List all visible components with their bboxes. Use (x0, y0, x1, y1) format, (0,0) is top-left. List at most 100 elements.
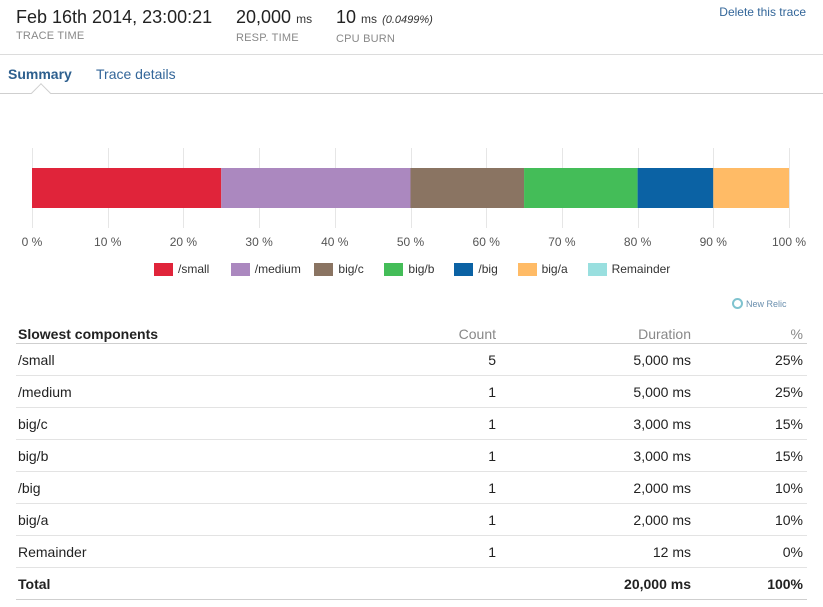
row-name: big/a (18, 512, 49, 528)
table-row: /small 5 5,000 ms 25% (16, 344, 807, 376)
bar-segment-big-a[interactable] (713, 168, 789, 208)
bar-segment-big[interactable] (637, 168, 714, 208)
slowest-components-table: Slowest components Count Duration % /sma… (16, 320, 807, 600)
header-count: Count (458, 326, 496, 342)
x-tick-label: 50 % (397, 235, 425, 249)
trace-time-label: TRACE TIME (16, 30, 85, 42)
legend-item[interactable]: /medium (230, 261, 301, 277)
row-count: 1 (488, 384, 496, 400)
tab-summary[interactable]: Summary (8, 66, 72, 82)
row-percent: 25% (774, 352, 803, 368)
resp-time-label: RESP. TIME (236, 32, 299, 44)
row-name: /medium (18, 384, 72, 400)
legend-label: big/b (408, 262, 435, 276)
bar-segment-big-c[interactable] (410, 168, 525, 208)
row-duration: 3,000 ms (633, 416, 691, 432)
legend-item[interactable]: big/a (517, 261, 568, 277)
legend-item[interactable]: Remainder (587, 261, 671, 277)
row-name: big/c (18, 416, 48, 432)
x-tick-label: 80 % (624, 235, 652, 249)
legend-label: Remainder (611, 262, 671, 276)
row-count: 1 (488, 512, 496, 528)
legend-label: /medium (254, 262, 301, 276)
bar-segment-small[interactable] (32, 168, 222, 208)
row-duration: 3,000 ms (633, 448, 691, 464)
legend-swatch (384, 262, 404, 276)
bar-segment-medium[interactable] (221, 168, 411, 208)
legend-swatch (154, 262, 173, 276)
table-row: Remainder 1 12 ms 0% (16, 536, 807, 568)
total-name: Total (18, 576, 51, 592)
x-tick-label: 70 % (548, 235, 576, 249)
x-tick-label: 20 % (170, 235, 198, 249)
chart-legend: /small/medium big/c big/b/big big/a Remainde… (0, 261, 823, 277)
trace-header: Feb 16th 2014, 23:00:21 TRACE TIME 20,00… (0, 0, 823, 55)
tab-bar: Summary Trace details (0, 55, 823, 94)
x-tick-label: 0 % (22, 235, 43, 249)
row-count: 1 (488, 544, 496, 560)
table-row: big/a 1 2,000 ms 10% (16, 504, 807, 536)
resp-time-value: 20,000 (236, 7, 292, 27)
legend-label: /small (178, 262, 210, 276)
legend-label: big/c (338, 262, 364, 276)
legend-swatch (517, 262, 537, 276)
row-name: /small (18, 352, 55, 368)
x-tick-label: 30 % (245, 235, 273, 249)
row-name: /big (18, 480, 41, 496)
x-tick-label: 100 % (772, 235, 806, 249)
cpu-burn-value: 10 (336, 7, 357, 27)
legend-swatch (230, 262, 250, 276)
row-duration: 5,000 ms (633, 352, 691, 368)
x-tick-label: 10 % (94, 235, 122, 249)
x-tick-label: 90 % (700, 235, 728, 249)
total-percent: 100% (767, 576, 803, 592)
legend-item[interactable]: /small (154, 261, 209, 277)
row-percent: 0% (782, 544, 803, 560)
row-duration: 2,000 ms (633, 512, 691, 528)
cpu-burn-percent: (0.0499%) (382, 14, 433, 26)
cpu-burn-unit: ms (361, 12, 378, 26)
row-count: 1 (488, 448, 496, 464)
header-duration: Duration (638, 326, 691, 342)
table-row: /big 1 2,000 ms 10% (16, 472, 807, 504)
table-row: big/c 1 3,000 ms 15% (16, 408, 807, 440)
row-name: big/b (18, 448, 49, 464)
new-relic-ring-icon (732, 298, 743, 309)
cpu-burn-label: CPU BURN (336, 33, 396, 45)
row-percent: 10% (774, 480, 803, 496)
table-row: /medium 1 5,000 ms 25% (16, 376, 807, 408)
row-percent: 15% (774, 448, 803, 464)
legend-label: /big (478, 262, 498, 276)
delete-trace-link[interactable]: Delete this trace (719, 5, 806, 19)
row-percent: 15% (774, 416, 803, 432)
legend-swatch (314, 262, 334, 276)
header-name: Slowest components (18, 326, 159, 342)
legend-swatch (587, 262, 607, 276)
total-duration: 20,000 ms (624, 576, 691, 592)
legend-label: big/a (541, 262, 568, 276)
table-total-row: Total 20,000 ms 100% (16, 568, 807, 600)
header-percent: % (790, 326, 803, 342)
table-header-row: Slowest components Count Duration % (16, 320, 807, 344)
row-percent: 25% (774, 384, 803, 400)
stacked-bar-chart: 0 % 10 % 20 % 30 % 40 % 50 % 60 % 70 % 80 % 90 % 1… (22, 148, 806, 249)
cpu-burn-stat: 10 ms (0.0499%) CPU BURN (336, 6, 433, 46)
trace-time-stat: Feb 16th 2014, 23:00:21 TRACE TIME (16, 6, 212, 43)
resp-time-stat: 20,000 ms RESP. TIME (236, 6, 312, 45)
legend-swatch (454, 262, 474, 276)
trace-time-value: Feb 16th 2014, 23:00:21 (16, 7, 213, 27)
x-tick-label: 60 % (473, 235, 501, 249)
new-relic-label: New Relic (746, 298, 787, 309)
row-percent: 10% (774, 512, 803, 528)
legend-item[interactable]: big/b (384, 261, 434, 277)
legend-item[interactable]: /big (454, 261, 498, 277)
row-duration: 12 ms (652, 544, 691, 560)
legend-item[interactable]: big/c (314, 261, 364, 277)
tab-trace-details[interactable]: Trace details (96, 66, 176, 82)
row-name: Remainder (18, 544, 87, 560)
row-count: 1 (488, 480, 496, 496)
resp-time-unit: ms (296, 12, 313, 26)
table-row: big/b 1 3,000 ms 15% (16, 440, 807, 472)
x-tick-label: 40 % (321, 235, 349, 249)
bar-segment-big-b[interactable] (524, 168, 638, 208)
